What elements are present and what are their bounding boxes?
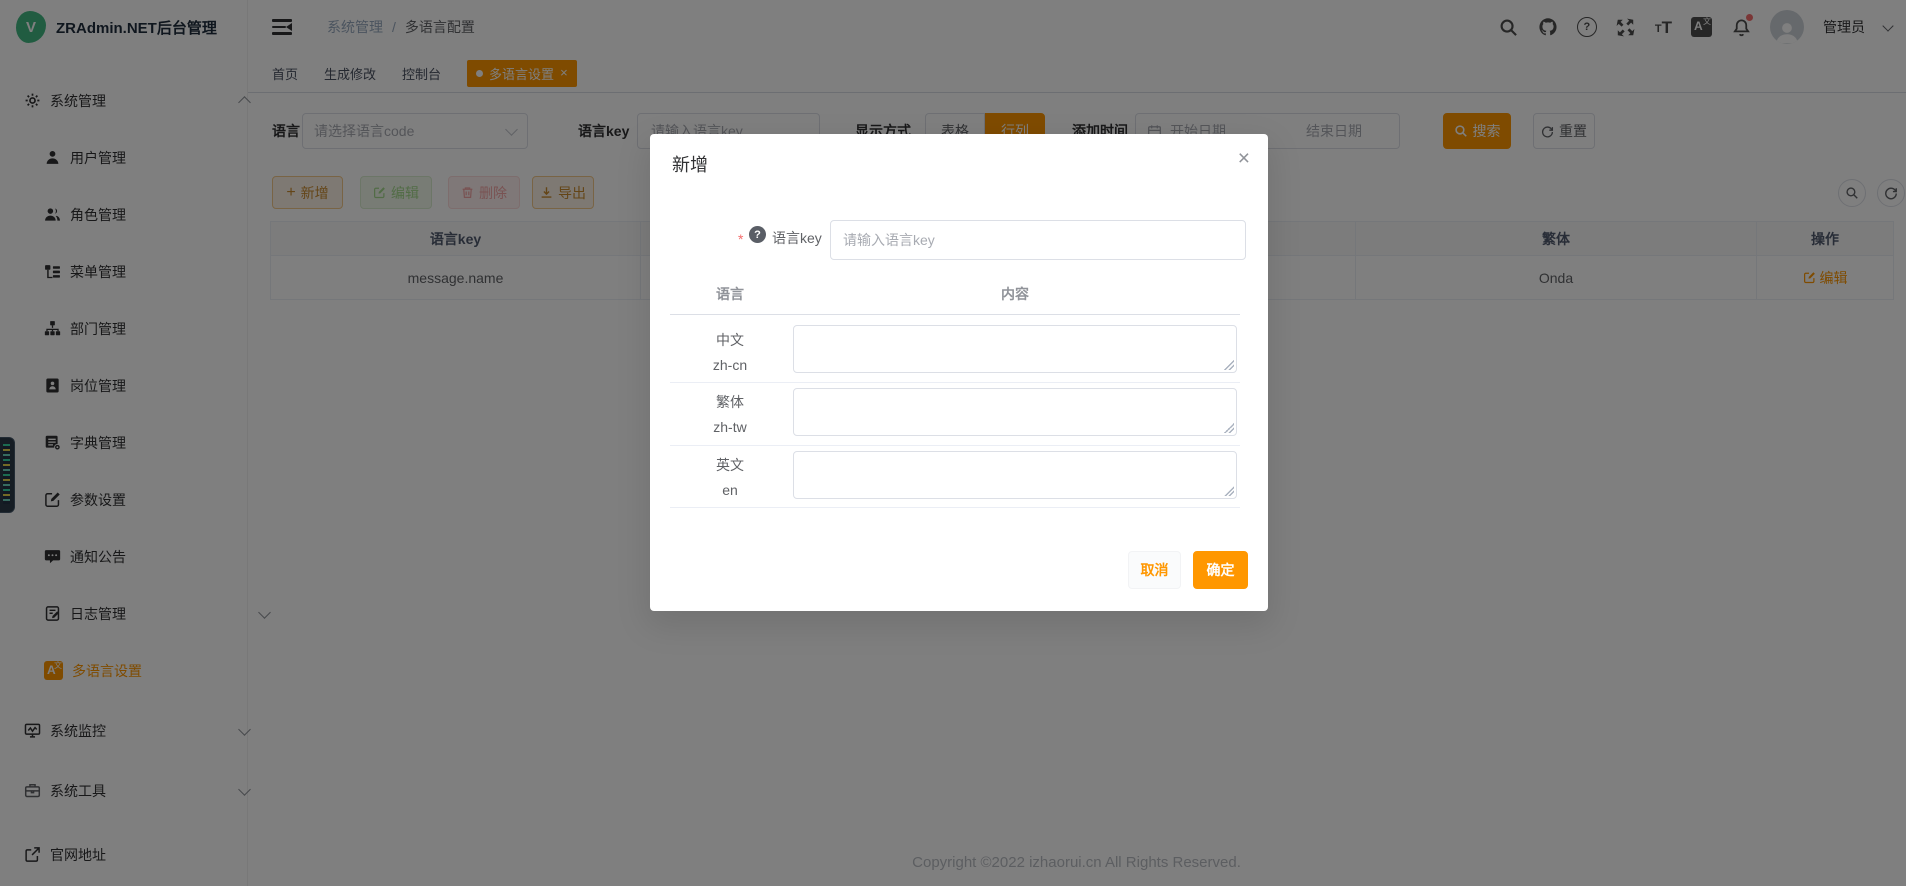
resize-handle-icon[interactable] bbox=[1224, 423, 1234, 433]
dialog-key-label: 语言key bbox=[772, 228, 822, 248]
add-dialog: 新增 × * ? 语言key 语言 内容 中文 zh-cn 繁体 zh-tw bbox=[650, 134, 1268, 611]
dialog-col-content: 内容 bbox=[790, 284, 1240, 304]
dialog-col-lang: 语言 bbox=[670, 284, 790, 304]
dialog-key-input[interactable] bbox=[830, 220, 1246, 260]
lang-code: en bbox=[722, 482, 738, 498]
dialog-row-zh-tw: 繁体 zh-tw bbox=[670, 382, 1240, 446]
dialog-row-zh-cn: 中文 zh-cn bbox=[670, 320, 1240, 383]
lang-name: 中文 bbox=[716, 330, 744, 350]
lang-name: 英文 bbox=[716, 455, 744, 475]
resize-handle-icon[interactable] bbox=[1224, 486, 1234, 496]
required-mark: * bbox=[738, 231, 743, 247]
lang-code: zh-cn bbox=[713, 357, 747, 373]
lang-name: 繁体 bbox=[716, 392, 744, 412]
header-divider bbox=[670, 314, 1240, 315]
app-screen: V ZRAdmin.NET后台管理 系统管理 用户管理 角色管理 菜单管理 部门… bbox=[0, 0, 1906, 886]
confirm-button[interactable]: 确定 bbox=[1193, 551, 1248, 589]
cancel-button[interactable]: 取消 bbox=[1128, 551, 1181, 589]
content-textarea-zh-cn[interactable] bbox=[793, 325, 1237, 373]
content-textarea-zh-tw[interactable] bbox=[793, 388, 1237, 436]
dialog-close-icon[interactable]: × bbox=[1238, 148, 1250, 169]
lang-code: zh-tw bbox=[713, 419, 746, 435]
help-icon[interactable]: ? bbox=[749, 226, 766, 243]
resize-handle-icon[interactable] bbox=[1224, 360, 1234, 370]
dialog-row-en: 英文 en bbox=[670, 445, 1240, 508]
dialog-title: 新增 bbox=[672, 151, 708, 177]
content-textarea-en[interactable] bbox=[793, 451, 1237, 499]
